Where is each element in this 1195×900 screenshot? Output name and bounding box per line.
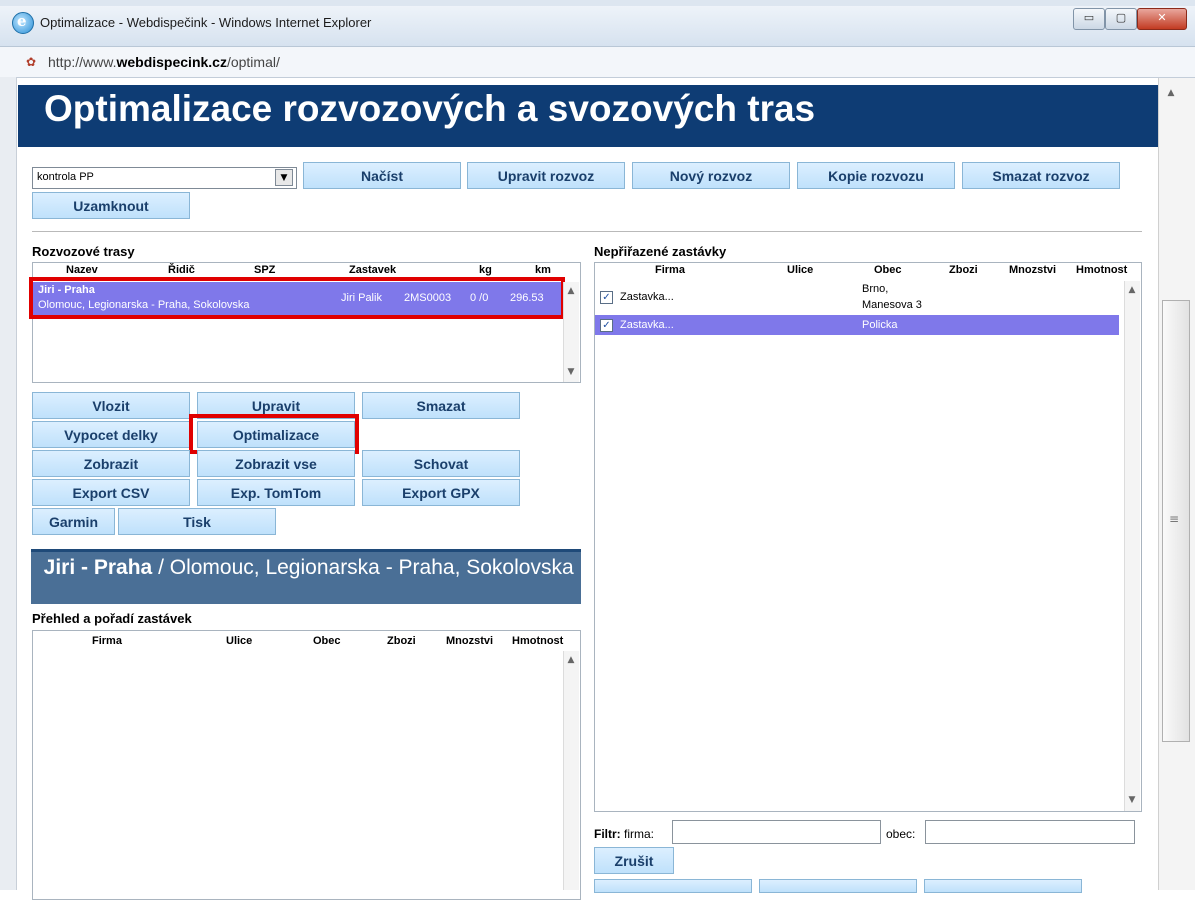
column-header[interactable]: Firma xyxy=(655,264,685,276)
address-url[interactable]: http://www.webdispecink.cz/optimal/ xyxy=(48,54,280,70)
url-prefix: http://www. xyxy=(48,54,117,70)
column-header[interactable]: Obec xyxy=(313,635,341,647)
filter-label: Filtr: firma: xyxy=(594,827,654,841)
stop-obec: Brno, xyxy=(862,283,889,295)
close-button[interactable]: ✕ xyxy=(1137,8,1187,30)
divider xyxy=(32,231,1142,232)
minimize-button[interactable]: ▭ xyxy=(1073,8,1105,30)
row-checkbox[interactable]: ✓ xyxy=(600,291,613,304)
unassigned-title: Nepřiřazené zastávky xyxy=(594,244,727,259)
column-header[interactable]: Hmotnost xyxy=(1076,264,1127,276)
column-header[interactable]: kg xyxy=(479,264,492,276)
route-select-value: kontrola PP xyxy=(37,171,94,183)
scroll-up-icon[interactable]: ▲ xyxy=(1124,285,1140,295)
export-csv-button[interactable]: Export CSV xyxy=(32,479,190,506)
edit-route-button[interactable]: Upravit rozvoz xyxy=(467,162,625,189)
page-icon: ✿ xyxy=(26,55,37,69)
chevron-down-icon[interactable]: ▼ xyxy=(275,169,293,186)
insert-button[interactable]: Vlozit xyxy=(32,392,190,419)
column-header[interactable]: Ulice xyxy=(226,635,252,647)
routes-section-title: Rozvozové trasy xyxy=(32,244,135,259)
route-detail-separator: / xyxy=(152,556,170,579)
column-header[interactable]: Zbozi xyxy=(949,264,978,276)
firma-filter-input[interactable] xyxy=(672,820,881,844)
show-all-button[interactable]: Zobrazit vse xyxy=(197,450,355,477)
unassigned-table xyxy=(594,262,1142,812)
unassigned-scrollbar[interactable] xyxy=(1124,281,1140,811)
cancel-filter-button[interactable]: Zrušit xyxy=(594,847,674,874)
scroll-up-icon[interactable]: ▲ xyxy=(563,655,579,665)
scroll-down-icon[interactable]: ▼ xyxy=(563,367,579,377)
scroll-down-icon[interactable]: ▼ xyxy=(1124,795,1140,805)
column-header[interactable]: Mnozstvi xyxy=(446,635,493,647)
filter-firma-label: firma: xyxy=(624,827,655,841)
stops-overview-title: Přehled a pořadí zastávek xyxy=(32,611,192,626)
export-gpx-button[interactable]: Export GPX xyxy=(362,479,520,506)
column-header[interactable]: Ulice xyxy=(787,264,813,276)
left-frame-edge xyxy=(0,77,17,890)
show-button[interactable]: Zobrazit xyxy=(32,450,190,477)
stops-overview-table xyxy=(32,630,581,900)
obec-filter-label: obec: xyxy=(886,827,916,841)
export-tomtom-button[interactable]: Exp. TomTom xyxy=(197,479,355,506)
new-route-button[interactable]: Nový rozvoz xyxy=(632,162,790,189)
url-path: /optimal/ xyxy=(226,54,280,70)
internet-explorer-icon xyxy=(12,12,34,34)
delete-button[interactable]: Smazat xyxy=(362,392,520,419)
route-detail-description: Olomouc, Legionarska - Praha, Sokolovska xyxy=(169,556,574,579)
delete-route-button[interactable]: Smazat rozvoz xyxy=(962,162,1120,189)
highlight-box xyxy=(29,277,565,319)
hide-button[interactable]: Schovat xyxy=(362,450,520,477)
column-header[interactable]: km xyxy=(535,264,551,276)
column-header[interactable]: Zastavek xyxy=(349,264,396,276)
column-header[interactable]: Obec xyxy=(874,264,902,276)
column-header[interactable]: Hmotnost xyxy=(512,635,563,647)
maximize-button[interactable]: ▢ xyxy=(1105,8,1137,30)
route-detail-name: Jiri - Praha xyxy=(43,556,153,579)
bottom-button[interactable] xyxy=(759,879,917,893)
column-header[interactable]: Mnozstvi xyxy=(1009,264,1056,276)
copy-route-button[interactable]: Kopie rozvozu xyxy=(797,162,955,189)
highlight-box xyxy=(189,414,359,454)
column-header[interactable]: SPZ xyxy=(254,264,275,276)
column-header[interactable]: Nazev xyxy=(66,264,98,276)
scroll-up-icon[interactable]: ▲ xyxy=(563,286,579,296)
window-title: Optimalizace - Webdispečink - Windows In… xyxy=(40,15,372,30)
route-detail-title: Jiri - Praha / Olomouc, Legionarska - Pr… xyxy=(32,556,580,580)
print-button[interactable]: Tisk xyxy=(118,508,276,535)
filter-title: Filtr: xyxy=(594,827,621,841)
column-header[interactable]: Zbozi xyxy=(387,635,416,647)
stop-firma: Zastavka... xyxy=(620,319,674,331)
stop-firma: Zastavka... xyxy=(620,291,674,303)
compute-length-button[interactable]: Vypocet delky xyxy=(32,421,190,448)
bottom-button[interactable] xyxy=(924,879,1082,893)
stop-obec-street: Manesova 3 xyxy=(862,299,922,311)
column-header[interactable]: Firma xyxy=(92,635,122,647)
column-header[interactable]: Řidič xyxy=(168,264,195,276)
load-button[interactable]: Načíst xyxy=(303,162,461,189)
row-checkbox[interactable]: ✓ xyxy=(600,319,613,332)
url-domain: webdispecink.cz xyxy=(116,54,227,70)
scroll-up-icon[interactable]: ▲ xyxy=(1163,88,1179,98)
lock-button[interactable]: Uzamknout xyxy=(32,192,190,219)
grip-icon: ≡ xyxy=(1169,512,1180,526)
garmin-button[interactable]: Garmin xyxy=(32,508,115,535)
obec-filter-input[interactable] xyxy=(925,820,1135,844)
page-title: Optimalizace rozvozových a svozových tra… xyxy=(44,88,816,129)
stop-obec: Policka xyxy=(862,319,898,331)
bottom-button[interactable] xyxy=(594,879,752,893)
stops-overview-scrollbar[interactable] xyxy=(563,651,579,890)
